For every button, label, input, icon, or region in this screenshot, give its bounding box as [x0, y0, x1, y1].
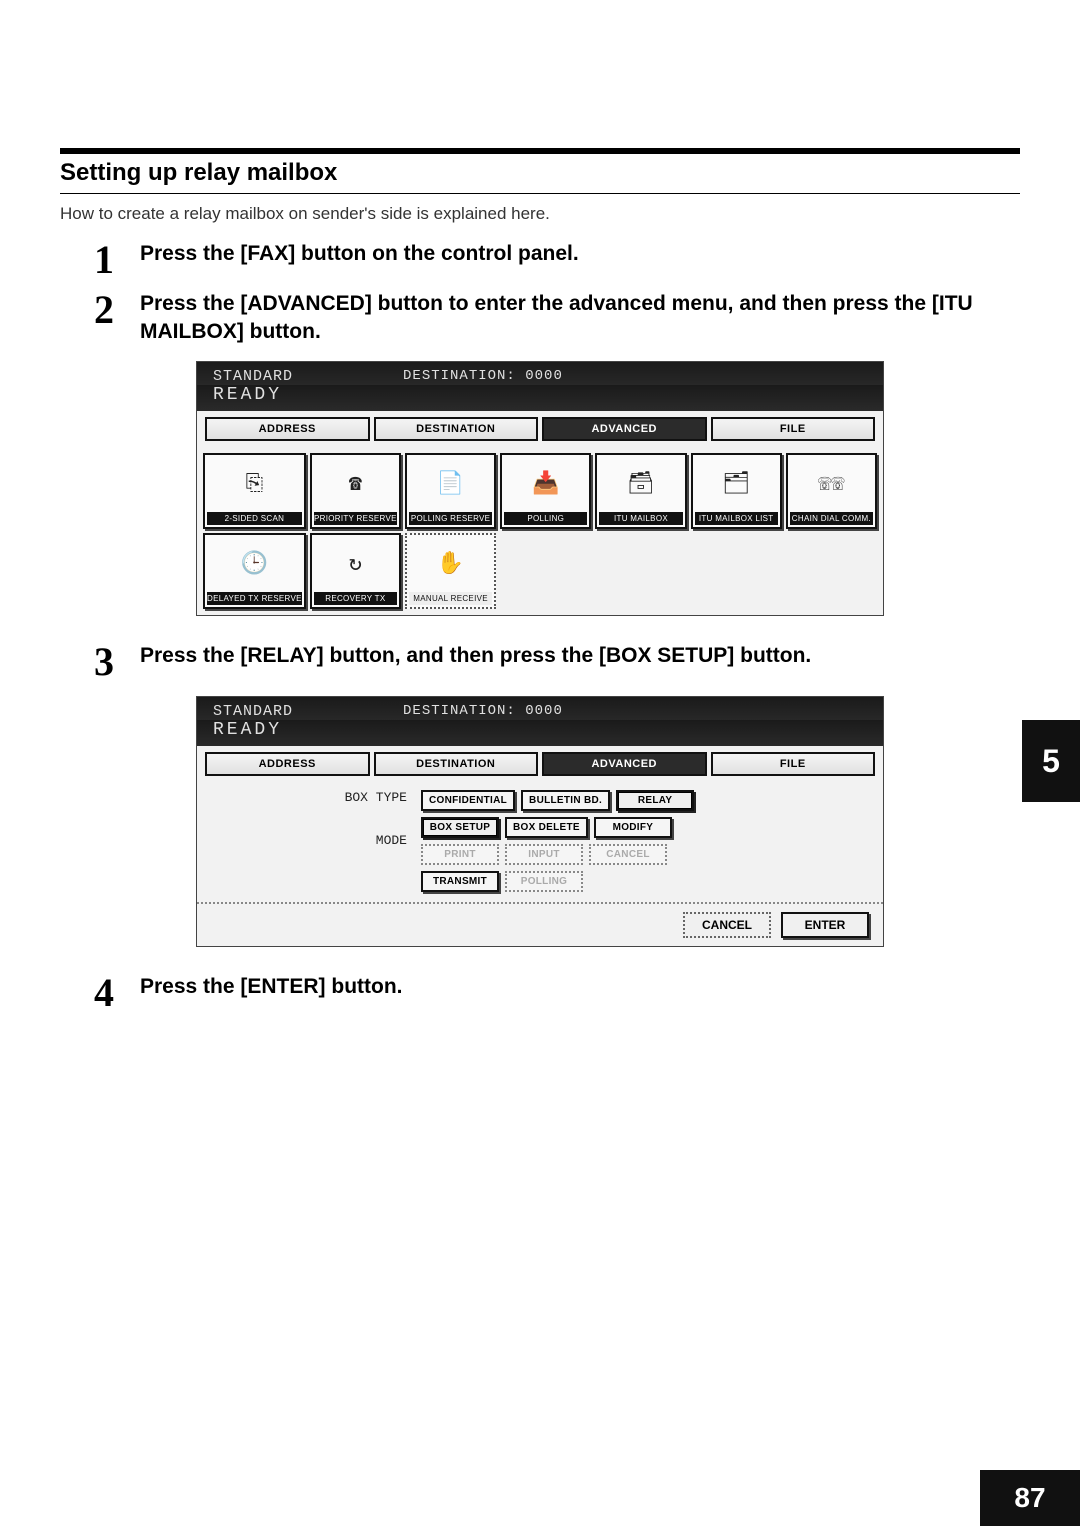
polling-icon: 📥 — [532, 457, 559, 512]
status-ready: READY — [213, 385, 282, 405]
mode-label: STANDARD — [213, 703, 293, 720]
mode-label-field: MODE — [211, 833, 407, 848]
priority-reserve-icon: ☎ — [349, 457, 362, 512]
btn-label: MANUAL RECEIVE — [409, 592, 492, 605]
itu-mailbox-icon: 🗃 — [627, 457, 655, 512]
page-number: 87 — [980, 1470, 1080, 1526]
tab-file[interactable]: FILE — [711, 417, 876, 441]
step-title: Press the [ADVANCED] button to enter the… — [140, 290, 1020, 347]
btn-cancel-mode: CANCEL — [589, 844, 667, 865]
steps-list-continued-4: 4 Press the [ENTER] button. — [60, 973, 1020, 1013]
btn-transmit[interactable]: TRANSMIT — [421, 871, 499, 892]
tab-advanced[interactable]: ADVANCED — [542, 752, 707, 776]
section-title: Setting up relay mailbox — [60, 159, 1020, 187]
btn-polling-reserve[interactable]: 📄POLLING RESERVE — [405, 453, 496, 529]
btn-relay[interactable]: RELAY — [616, 790, 694, 811]
btn-manual-receive[interactable]: ✋MANUAL RECEIVE — [405, 533, 496, 609]
destination-counter: DESTINATION: 0000 — [403, 368, 563, 384]
tab-address[interactable]: ADDRESS — [205, 752, 370, 776]
destination-counter: DESTINATION: 0000 — [403, 703, 563, 719]
step-3: 3 Press the [RELAY] button, and then pre… — [94, 642, 1020, 682]
tab-address[interactable]: ADDRESS — [205, 417, 370, 441]
btn-recovery-tx[interactable]: ↻RECOVERY TX — [310, 533, 401, 609]
mode-label: STANDARD — [213, 368, 293, 385]
btn-modify[interactable]: MODIFY — [594, 817, 672, 838]
box-type-label: BOX TYPE — [211, 790, 407, 805]
itu-mailbox-list-icon: 🗂 — [722, 457, 750, 512]
step-number: 4 — [94, 973, 128, 1013]
step-number: 3 — [94, 642, 128, 682]
section-thin-rule — [60, 193, 1020, 194]
step-1: 1 Press the [FAX] button on the control … — [94, 240, 1020, 280]
btn-label: ITU MAILBOX — [599, 512, 682, 525]
btn-label: POLLING RESERVE — [409, 512, 492, 525]
btn-box-setup[interactable]: BOX SETUP — [421, 817, 499, 838]
tab-advanced[interactable]: ADVANCED — [542, 417, 707, 441]
recovery-tx-icon: ↻ — [349, 537, 362, 592]
step-number: 1 — [94, 240, 128, 280]
tab-destination[interactable]: DESTINATION — [374, 752, 539, 776]
manual-receive-icon: ✋ — [437, 537, 464, 592]
step-title: Press the [ENTER] button. — [140, 973, 1020, 1001]
btn-label: RECOVERY TX — [314, 592, 397, 605]
status-ready: READY — [213, 720, 282, 740]
btn-2-sided-scan[interactable]: ⎘2-SIDED SCAN — [203, 453, 306, 529]
chain-dial-icon: ☏☏ — [818, 457, 845, 512]
btn-itu-mailbox[interactable]: 🗃ITU MAILBOX — [595, 453, 686, 529]
btn-label: POLLING — [504, 512, 587, 525]
chapter-tab: 5 — [1022, 720, 1080, 802]
step-title: Press the [RELAY] button, and then press… — [140, 642, 1020, 670]
btn-bulletin-bd[interactable]: BULLETIN BD. — [521, 790, 610, 811]
tab-file[interactable]: FILE — [711, 752, 876, 776]
step-number: 2 — [94, 290, 128, 330]
btn-print: PRINT — [421, 844, 499, 865]
btn-polling-mode: POLLING — [505, 871, 583, 892]
btn-confidential[interactable]: CONFIDENTIAL — [421, 790, 515, 811]
two-sided-scan-icon: ⎘ — [246, 457, 264, 512]
step-4: 4 Press the [ENTER] button. — [94, 973, 1020, 1013]
btn-delayed-tx-reserve[interactable]: 🕒DELAYED TX RESERVE — [203, 533, 306, 609]
screenshot-advanced-menu: STANDARD DESTINATION: 0000 READY ADDRESS… — [60, 361, 1020, 616]
btn-chain-dial-comm[interactable]: ☏☏CHAIN DIAL COMM. — [786, 453, 877, 529]
btn-label: ITU MAILBOX LIST — [695, 512, 778, 525]
polling-reserve-icon: 📄 — [437, 457, 464, 512]
btn-label: PRIORITY RESERVE — [314, 512, 397, 525]
btn-enter[interactable]: ENTER — [781, 912, 869, 938]
section-heavy-rule — [60, 148, 1020, 154]
step-title: Press the [FAX] button on the control pa… — [140, 240, 1020, 268]
step-2: 2 Press the [ADVANCED] button to enter t… — [94, 290, 1020, 347]
steps-list-continued-3: 3 Press the [RELAY] button, and then pre… — [60, 642, 1020, 682]
btn-itu-mailbox-list[interactable]: 🗂ITU MAILBOX LIST — [691, 453, 782, 529]
btn-input: INPUT — [505, 844, 583, 865]
btn-label: CHAIN DIAL COMM. — [790, 512, 873, 525]
btn-box-delete[interactable]: BOX DELETE — [505, 817, 588, 838]
section-intro: How to create a relay mailbox on sender'… — [60, 204, 1020, 224]
btn-label: DELAYED TX RESERVE — [207, 592, 302, 605]
btn-cancel[interactable]: CANCEL — [683, 912, 771, 938]
steps-list: 1 Press the [FAX] button on the control … — [60, 240, 1020, 347]
screenshot-box-setup: STANDARD DESTINATION: 0000 READY ADDRESS… — [60, 696, 1020, 947]
btn-polling[interactable]: 📥POLLING — [500, 453, 591, 529]
btn-label: 2-SIDED SCAN — [207, 512, 302, 525]
delayed-tx-icon: 🕒 — [241, 537, 268, 592]
btn-priority-reserve[interactable]: ☎PRIORITY RESERVE — [310, 453, 401, 529]
tab-destination[interactable]: DESTINATION — [374, 417, 539, 441]
